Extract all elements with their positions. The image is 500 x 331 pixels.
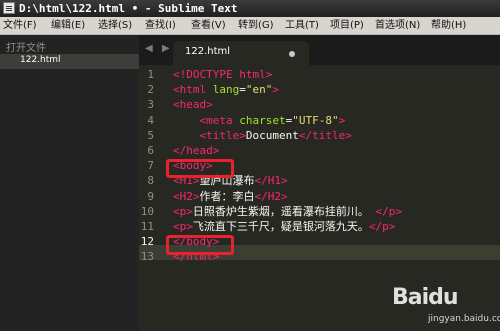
line-number: 12 xyxy=(140,235,154,249)
code-token: 作者：李白 xyxy=(199,189,255,203)
code-token: > xyxy=(338,113,346,127)
line-number: 1 xyxy=(147,68,154,81)
menu-view[interactable]: 查看(V) xyxy=(191,17,226,34)
tab-label: 122.html xyxy=(185,46,231,57)
menu-help[interactable]: 帮助(H) xyxy=(431,17,466,34)
watermark-brand: Baidu xyxy=(392,285,459,310)
code-token: </p> xyxy=(375,204,403,218)
code-line: <title>Document</title> xyxy=(173,128,352,143)
watermark-url: jingyan.baidu.com xyxy=(428,314,500,324)
line-number: 4 xyxy=(147,113,154,127)
window-title: D:\html\122.html • - Sublime Text xyxy=(19,2,238,15)
menu-preferences[interactable]: 首选项(N) xyxy=(375,17,420,34)
line-number: 8 xyxy=(147,174,154,188)
tab-bar: ◀ ▶ 122.html xyxy=(139,35,500,65)
tab-122-html[interactable]: 122.html xyxy=(173,41,309,65)
highlight-box-body-open xyxy=(166,159,234,178)
code-token: <title> xyxy=(199,128,246,142)
sidebar-header: 打开文件 xyxy=(6,43,46,54)
app-icon xyxy=(3,2,15,14)
code-token: </H1> xyxy=(254,174,288,188)
menu-edit[interactable]: 编辑(E) xyxy=(51,17,85,34)
code-line: </head> xyxy=(173,143,219,158)
line-number: 6 xyxy=(147,144,154,157)
menu-project[interactable]: 项目(P) xyxy=(330,17,364,34)
line-number: 3 xyxy=(147,98,154,112)
menu-goto[interactable]: 转到(G) xyxy=(238,17,274,34)
line-number-gutter: 1 2 3 4 5 6 7 8 9 10 11 12 13 xyxy=(139,65,164,331)
code-token: <html xyxy=(173,83,213,97)
menu-file[interactable]: 文件(F) xyxy=(3,17,37,34)
baidu-watermark: Baidu jingyan.baidu.com xyxy=(388,283,500,329)
sidebar-item-122-html[interactable]: 122.html xyxy=(0,54,139,69)
sidebar-item-label: 122.html xyxy=(20,55,61,65)
line-number: 7 xyxy=(147,159,154,173)
code-token: = xyxy=(239,83,246,97)
line-number: 13 xyxy=(140,250,154,264)
code-token: 飞流直下三千尺，疑是银河落九天。 xyxy=(192,220,369,233)
unsaved-dot-icon[interactable] xyxy=(289,51,295,57)
code-token: </head> xyxy=(173,144,220,157)
code-line: <H2>作者：李白</H2> xyxy=(173,189,288,204)
code-token: <!DOCTYPE html> xyxy=(173,68,273,81)
code-token: Document xyxy=(245,128,299,142)
tab-nav-arrows-icon[interactable]: ◀ ▶ xyxy=(145,43,173,54)
line-number: 10 xyxy=(140,204,154,218)
code-line: <!DOCTYPE html> xyxy=(173,67,272,82)
menu-selection[interactable]: 选择(S) xyxy=(98,17,132,34)
highlight-box-body-close xyxy=(166,235,234,255)
code-token: "en" xyxy=(245,83,273,97)
code-token: <meta xyxy=(199,113,240,127)
menu-bar: 文件(F) 编辑(E) 选择(S) 查找(I) 查看(V) 转到(G) 工具(T… xyxy=(0,17,500,35)
code-line: <html lang="en"> xyxy=(173,82,279,97)
code-line: <p>日照香炉生紫烟，遥看瀑布挂前川。 </p> xyxy=(173,204,402,219)
code-line: <p>飞流直下三千尺，疑是银河落九天。</p> xyxy=(173,219,395,234)
code-token: <p> xyxy=(173,220,193,233)
code-token: <H2> xyxy=(173,189,200,203)
menu-find[interactable]: 查找(I) xyxy=(145,17,176,34)
code-token: </H2> xyxy=(254,189,288,203)
title-bar: D:\html\122.html • - Sublime Text xyxy=(0,0,500,17)
code-token: "UTF-8" xyxy=(292,113,339,127)
code-token: </title> xyxy=(298,128,352,142)
line-number: 2 xyxy=(147,83,154,97)
menu-tools[interactable]: 工具(T) xyxy=(285,17,319,34)
code-token: lang xyxy=(212,83,240,97)
code-line: <head> xyxy=(173,97,213,112)
code-token: <head> xyxy=(173,98,213,112)
code-token: </p> xyxy=(368,220,396,233)
code-line: <meta charset="UTF-8"> xyxy=(173,113,346,128)
code-token: 日照香炉生紫烟，遥看瀑布挂前川。 xyxy=(192,204,376,218)
code-token: charset xyxy=(239,113,286,127)
code-token: > xyxy=(272,83,279,97)
sidebar: 打开文件 122.html xyxy=(0,35,139,331)
line-number: 5 xyxy=(147,128,154,142)
line-number: 9 xyxy=(147,189,154,203)
line-number: 11 xyxy=(140,220,154,233)
code-token: <p> xyxy=(173,204,193,218)
